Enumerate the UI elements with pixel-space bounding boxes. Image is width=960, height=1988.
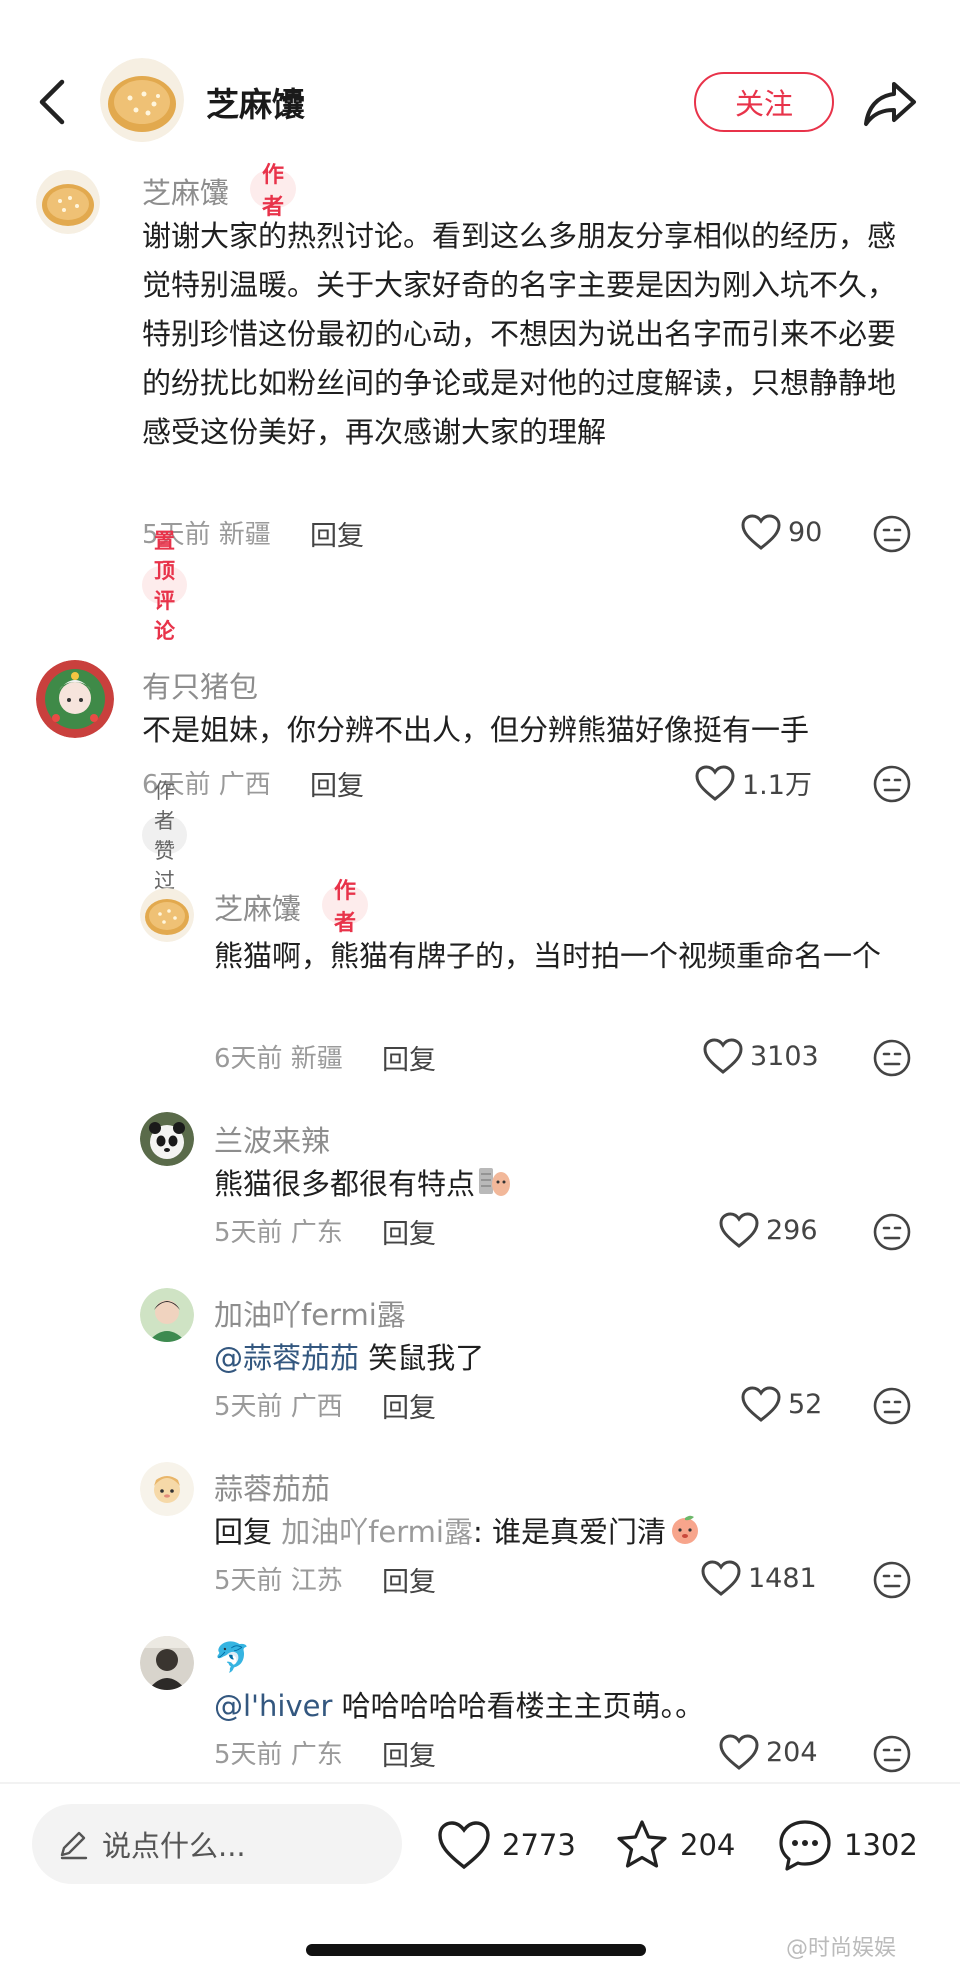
commenter-name[interactable]: 🐬 (214, 1640, 250, 1675)
comment-text-content: 哈哈哈哈哈看楼主主页萌。。 (332, 1689, 705, 1723)
peach-sticker-icon (672, 1515, 698, 1544)
comment-text[interactable]: @蒜蓉茄茄 笑鼠我了 (214, 1334, 914, 1383)
comment-stat-button[interactable]: 1302 (776, 1814, 918, 1876)
reply-button[interactable]: 回复 (310, 514, 364, 553)
like-button[interactable]: 1.1万 (694, 763, 812, 802)
commenter-name[interactable]: 芝麻馕 (142, 170, 229, 212)
comment-text[interactable]: @l'hiver 哈哈哈哈哈看楼主主页萌。。 (214, 1682, 914, 1731)
share-button[interactable] (860, 72, 920, 132)
follow-button[interactable]: 关注 (694, 72, 834, 132)
comment-meta: 5天前 广东 (214, 1740, 343, 1770)
author-liked-badge: 作者赞过 (142, 779, 187, 893)
commenter-avatar[interactable] (140, 1462, 194, 1516)
like-button[interactable]: 90 (740, 513, 822, 551)
reply-to-user[interactable]: 加油吖fermi露 (281, 1515, 473, 1549)
comment-text[interactable]: 熊猫很多都很有特点 (214, 1160, 914, 1209)
home-indicator[interactable] (306, 1944, 646, 1956)
share-icon (864, 82, 916, 126)
like-count: 1481 (748, 1562, 817, 1594)
comment-text[interactable]: 熊猫啊，熊猫有牌子的，当时拍一个视频重命名一个 (214, 932, 914, 981)
reply-prefix: 回复 (214, 1515, 282, 1549)
reaction-emoji-icon[interactable] (872, 1560, 912, 1600)
comment-input[interactable]: 说点什么... (32, 1804, 402, 1884)
commenter-avatar[interactable] (36, 660, 114, 738)
comment-meta: 5天前 江苏 (214, 1566, 343, 1596)
reply-button[interactable]: 回复 (382, 1734, 436, 1773)
heart-icon (741, 514, 781, 550)
reply-button[interactable]: 回复 (382, 1212, 436, 1251)
author-tag: 作者 (322, 879, 369, 936)
comment-total: 1302 (844, 1828, 918, 1862)
pencil-icon (60, 1831, 88, 1860)
like-count: 90 (788, 516, 823, 548)
mention-link[interactable]: @l'hiver (214, 1689, 332, 1723)
reaction-emoji-icon[interactable] (872, 1038, 912, 1078)
heart-icon (695, 764, 735, 801)
heart-icon (719, 1212, 759, 1248)
heart-icon (719, 1734, 759, 1770)
collect-stat-button[interactable]: 204 (614, 1814, 735, 1876)
like-count: 296 (766, 1214, 818, 1246)
like-button[interactable]: 1481 (700, 1559, 817, 1597)
like-button[interactable]: 296 (718, 1211, 818, 1249)
like-count: 52 (788, 1388, 823, 1420)
commenter-avatar[interactable] (140, 888, 194, 942)
input-placeholder: 说点什么... (102, 1829, 246, 1863)
commenter-avatar[interactable] (140, 1112, 194, 1166)
like-button[interactable]: 204 (718, 1733, 818, 1771)
author-avatar[interactable] (100, 58, 184, 142)
heart-icon (701, 1560, 741, 1596)
reply-button[interactable]: 回复 (382, 1560, 436, 1599)
pinned-badge: 置顶评论 (142, 529, 187, 643)
commenter-avatar[interactable] (140, 1636, 194, 1690)
commenter-name[interactable]: 兰波来辣 (214, 1118, 330, 1160)
commenter-name[interactable]: 蒜蓉茄茄 (214, 1466, 330, 1508)
reply-button[interactable]: 回复 (382, 1386, 436, 1425)
comment-text-content: 熊猫很多都很有特点 (214, 1167, 476, 1201)
comment-meta: 5天前 广东 (214, 1218, 343, 1248)
commenter-name[interactable]: 有只猪包 (142, 664, 258, 706)
like-stat-button[interactable]: 2773 (436, 1814, 576, 1876)
reaction-emoji-icon[interactable] (872, 1212, 912, 1252)
comment-text[interactable]: 谢谢大家的热烈讨论。看到这么多朋友分享相似的经历，感觉特别温暖。关于大家好奇的名… (142, 212, 912, 457)
top-nav-bar: 芝麻馕 关注 (0, 0, 960, 190)
comment-text[interactable]: 不是姐妹，你分辨不出人，但分辨熊猫好像挺有一手 (142, 706, 912, 755)
reaction-emoji-icon[interactable] (872, 1386, 912, 1426)
comment-text[interactable]: 回复 加油吖fermi露: 谁是真爱门清 (214, 1508, 914, 1557)
author-tag: 作者 (250, 163, 297, 220)
author-name[interactable]: 芝麻馕 (206, 78, 305, 126)
like-count: 204 (766, 1736, 818, 1768)
reaction-emoji-icon[interactable] (872, 1734, 912, 1774)
reply-button[interactable]: 回复 (310, 764, 364, 803)
commenter-avatar[interactable] (140, 1288, 194, 1342)
comment-meta: 6天前 新疆 (214, 1044, 343, 1074)
heart-icon (703, 1038, 743, 1074)
commenter-name[interactable]: 加油吖fermi露 (214, 1292, 406, 1334)
sticker-emoji-icon (479, 1168, 511, 1196)
comment-text-content: 笑鼠我了 (359, 1341, 485, 1375)
reply-button[interactable]: 回复 (382, 1038, 436, 1077)
watermark: @时尚娱娱 (786, 1936, 897, 1961)
commenter-name[interactable]: 芝麻馕 (214, 886, 301, 928)
collect-total: 204 (680, 1828, 736, 1862)
reaction-emoji-icon[interactable] (872, 764, 912, 804)
back-button[interactable] (30, 72, 80, 132)
star-icon (617, 1820, 667, 1868)
like-count: 3103 (750, 1040, 819, 1072)
like-button[interactable]: 3103 (702, 1037, 819, 1075)
heart-icon (438, 1821, 490, 1870)
like-count: 1.1万 (742, 770, 812, 801)
bottom-divider (0, 1782, 960, 1784)
like-button[interactable]: 52 (740, 1385, 822, 1423)
reaction-emoji-icon[interactable] (872, 514, 912, 554)
comment-bubble-icon (779, 1820, 831, 1871)
comment-text-content: : 谁是真爱门清 (473, 1515, 666, 1549)
commenter-avatar[interactable] (36, 170, 100, 234)
like-total: 2773 (502, 1828, 576, 1862)
chevron-left-icon (39, 79, 65, 125)
mention-link[interactable]: @蒜蓉茄茄 (214, 1341, 359, 1375)
heart-icon (741, 1386, 781, 1422)
comment-meta: 5天前 广西 (214, 1392, 343, 1422)
